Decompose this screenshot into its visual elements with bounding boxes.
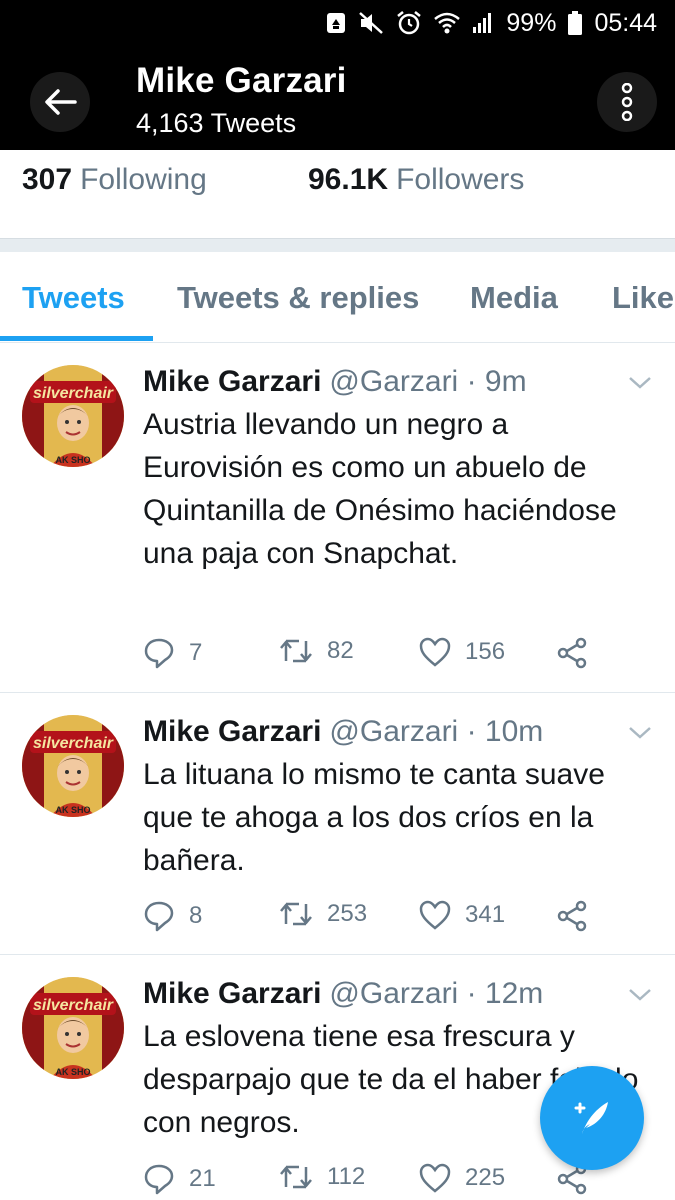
- retweet-button[interactable]: 112: [279, 1163, 365, 1191]
- like-button[interactable]: 156: [419, 637, 505, 667]
- like-count: 225: [465, 1164, 506, 1191]
- tweet-count: 4,163 Tweets: [136, 108, 297, 138]
- status-bar: 99% 05:44: [0, 0, 675, 46]
- signal-icon: [472, 12, 494, 34]
- section-divider: [0, 238, 675, 253]
- alarm-icon: [396, 10, 422, 36]
- reply-count: 8: [189, 902, 203, 929]
- recycle-icon: [326, 12, 346, 34]
- retweet-count: 112: [327, 1163, 366, 1190]
- author-name[interactable]: Mike Garzari: [143, 715, 321, 748]
- status-time: 05:44: [594, 8, 657, 37]
- heart-icon: [419, 900, 451, 930]
- tab-media[interactable]: Media: [470, 280, 558, 316]
- wifi-icon: [434, 12, 461, 34]
- arrow-left-icon: [45, 89, 77, 115]
- tweet-text: La lituana lo mismo te canta suave que t…: [143, 758, 605, 877]
- author-name[interactable]: Mike Garzari: [143, 977, 321, 1010]
- mute-icon: [358, 11, 384, 35]
- compose-tweet-icon: [574, 1102, 608, 1134]
- like-button[interactable]: 225: [419, 1163, 505, 1193]
- chevron-down-icon[interactable]: [627, 725, 653, 741]
- tweet-time: · 12m: [466, 977, 544, 1010]
- svg-text:silverchair: silverchair: [33, 385, 114, 402]
- share-icon: [557, 637, 587, 669]
- tweet-text: Austria llevando un negro a Eurovisión e…: [143, 408, 617, 570]
- back-button[interactable]: [30, 72, 90, 132]
- reply-button[interactable]: 8: [143, 900, 202, 932]
- like-count: 341: [465, 901, 506, 928]
- reply-button[interactable]: 21: [143, 1163, 216, 1195]
- heart-icon: [419, 637, 451, 667]
- reply-icon: [144, 901, 174, 932]
- compose-tweet-button[interactable]: [540, 1066, 644, 1170]
- heart-icon: [419, 1163, 451, 1193]
- followers-stat[interactable]: 96.1K Followers: [308, 163, 524, 197]
- author-handle[interactable]: @Garzari: [329, 715, 458, 748]
- share-button[interactable]: [557, 900, 603, 932]
- retweet-button[interactable]: 82: [279, 637, 354, 665]
- tweet-actions: 8 253 341: [143, 900, 613, 936]
- tab-tweets[interactable]: Tweets: [22, 280, 125, 316]
- reply-count: 21: [189, 1165, 216, 1192]
- share-icon: [557, 900, 587, 932]
- author-handle[interactable]: @Garzari: [329, 365, 458, 398]
- tweet-actions: 21 112 225: [143, 1163, 613, 1199]
- avatar[interactable]: silverchair AK SHO: [22, 977, 124, 1079]
- tweet-header: Mike Garzari @Garzari · 10m: [143, 715, 543, 749]
- reply-button[interactable]: 7: [143, 637, 202, 669]
- author-name[interactable]: Mike Garzari: [143, 365, 321, 398]
- battery-percent: 99%: [506, 8, 557, 37]
- following-label: Following: [80, 163, 207, 196]
- like-count: 156: [465, 638, 506, 665]
- more-vertical-icon: [621, 83, 633, 121]
- reply-count: 7: [189, 639, 203, 666]
- tab-likes[interactable]: Likes: [612, 280, 675, 316]
- followers-label: Followers: [396, 163, 525, 196]
- retweet-icon: [280, 902, 312, 926]
- reply-icon: [144, 638, 174, 669]
- chevron-down-icon[interactable]: [627, 375, 653, 391]
- tweet-header: Mike Garzari @Garzari · 9m: [143, 365, 527, 399]
- tweet-time: · 9m: [466, 365, 527, 398]
- profile-tabs: Tweets Tweets & replies Media Likes: [0, 252, 675, 343]
- tab-tweets-replies[interactable]: Tweets & replies: [177, 280, 419, 316]
- retweet-button[interactable]: 253: [279, 900, 367, 928]
- reply-icon: [144, 1164, 174, 1195]
- author-handle[interactable]: @Garzari: [329, 977, 458, 1010]
- svg-text:AK SHO: AK SHO: [55, 1067, 90, 1077]
- chevron-down-icon[interactable]: [627, 987, 653, 1003]
- tweet-time: · 10m: [466, 715, 544, 748]
- avatar[interactable]: silverchair AK SHO: [22, 365, 124, 467]
- avatar[interactable]: silverchair AK SHO: [22, 715, 124, 817]
- retweet-count: 253: [327, 900, 368, 927]
- retweet-icon: [280, 639, 312, 663]
- retweet-icon: [280, 1165, 312, 1189]
- tweet-header: Mike Garzari @Garzari · 12m: [143, 977, 543, 1011]
- more-options-button[interactable]: [597, 72, 657, 132]
- follow-stats: 307 Following 96.1K Followers: [0, 150, 675, 238]
- share-button[interactable]: [557, 637, 603, 669]
- profile-header: Mike Garzari 4,163 Tweets: [0, 46, 675, 150]
- tweet-actions: 7 82 156: [143, 637, 613, 673]
- like-button[interactable]: 341: [419, 900, 505, 930]
- svg-text:AK SHO: AK SHO: [55, 805, 90, 815]
- svg-text:silverchair: silverchair: [33, 735, 114, 752]
- following-stat[interactable]: 307 Following: [22, 163, 207, 197]
- tweet-item[interactable]: silverchair AK SHO Mike Garzari @Garzari …: [0, 343, 675, 693]
- svg-text:silverchair: silverchair: [33, 997, 114, 1014]
- followers-count: 96.1K: [308, 163, 389, 196]
- following-count: 307: [22, 163, 73, 196]
- battery-icon: [568, 11, 583, 35]
- retweet-count: 82: [327, 637, 354, 664]
- tweet-item[interactable]: silverchair AK SHO Mike Garzari @Garzari …: [0, 693, 675, 955]
- active-tab-indicator: [0, 336, 153, 341]
- svg-text:AK SHO: AK SHO: [55, 455, 90, 465]
- profile-name-title: Mike Garzari: [136, 61, 347, 100]
